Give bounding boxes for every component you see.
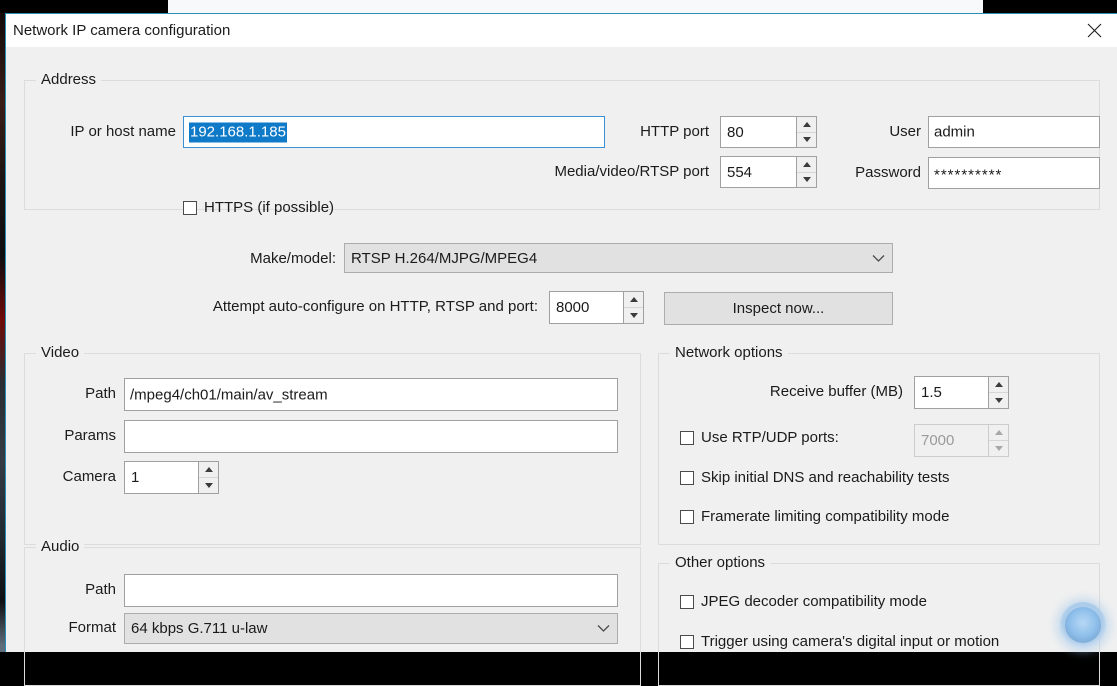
autoconfigure-port-spin-up[interactable] xyxy=(624,292,643,308)
address-group-title: Address xyxy=(36,71,101,88)
receive-buffer-value: 1.5 xyxy=(915,377,988,408)
jpeg-decoder-checkbox[interactable] xyxy=(680,595,694,609)
rtsp-port-value: 554 xyxy=(721,157,796,187)
https-checkbox-label: HTTPS (if possible) xyxy=(204,199,334,216)
video-camera-label: Camera xyxy=(26,468,116,485)
network-ip-camera-configuration-dialog: Network IP camera configuration Address … xyxy=(5,13,1117,652)
trigger-digital-input-checkbox-row[interactable]: Trigger using camera's digital input or … xyxy=(680,633,999,650)
jpeg-decoder-checkbox-row[interactable]: JPEG decoder compatibility mode xyxy=(680,593,927,610)
dialog-client-area: Address IP or host name 192.168.1.185 HT… xyxy=(6,47,1117,652)
audio-format-value: 64 kbps G.711 u-law xyxy=(125,620,589,637)
autoconfigure-port-spin-down[interactable] xyxy=(624,308,643,323)
audio-format-label: Format xyxy=(26,619,116,636)
video-params-input[interactable] xyxy=(124,420,618,453)
video-camera-spin-down[interactable] xyxy=(199,478,218,493)
autoconfigure-port-value: 8000 xyxy=(550,292,623,323)
skip-dns-label: Skip initial DNS and reachability tests xyxy=(701,469,949,486)
skip-dns-checkbox[interactable] xyxy=(680,471,694,485)
http-port-spin-up[interactable] xyxy=(797,117,816,133)
framerate-limiting-checkbox-row[interactable]: Framerate limiting compatibility mode xyxy=(680,508,949,525)
skip-dns-checkbox-row[interactable]: Skip initial DNS and reachability tests xyxy=(680,469,949,486)
https-checkbox[interactable] xyxy=(183,201,197,215)
autoconfigure-port-spin-buttons[interactable] xyxy=(623,292,643,323)
audio-path-label: Path xyxy=(26,581,116,598)
rtp-udp-port-spinner: 7000 xyxy=(914,424,1009,457)
video-params-label: Params xyxy=(26,427,116,444)
audio-format-combobox[interactable]: 64 kbps G.711 u-law xyxy=(124,613,618,644)
video-camera-spin-up[interactable] xyxy=(199,462,218,478)
background-window-strip xyxy=(168,0,983,14)
password-label: Password xyxy=(796,164,921,181)
receive-buffer-spinner[interactable]: 1.5 xyxy=(914,376,1009,409)
rtp-udp-port-spin-down xyxy=(989,441,1008,456)
rtp-udp-port-spin-up xyxy=(989,425,1008,441)
rtsp-port-label: Media/video/RTSP port xyxy=(446,163,709,180)
https-checkbox-row[interactable]: HTTPS (if possible) xyxy=(183,199,334,216)
http-port-spinner[interactable]: 80 xyxy=(720,116,817,148)
video-group-title: Video xyxy=(36,344,84,361)
other-options-group: Other options xyxy=(658,563,1100,686)
close-button[interactable] xyxy=(1071,14,1117,47)
receive-buffer-label: Receive buffer (MB) xyxy=(666,383,903,400)
chevron-down-icon xyxy=(589,624,617,633)
window-title: Network IP camera configuration xyxy=(13,22,230,39)
password-value: ********** xyxy=(934,167,1002,184)
password-input[interactable]: ********** xyxy=(928,157,1100,189)
user-value: admin xyxy=(934,124,975,141)
close-icon xyxy=(1087,23,1102,38)
ip-host-name-value: 192.168.1.185 xyxy=(189,124,287,141)
trigger-digital-input-checkbox[interactable] xyxy=(680,635,694,649)
receive-buffer-spin-up[interactable] xyxy=(989,377,1008,393)
ip-host-name-selected-text: 192.168.1.185 xyxy=(189,123,287,143)
trigger-digital-input-label: Trigger using camera's digital input or … xyxy=(701,633,999,650)
http-port-value: 80 xyxy=(721,117,796,147)
framerate-limiting-checkbox[interactable] xyxy=(680,510,694,524)
chevron-down-icon xyxy=(864,254,892,263)
inspect-now-button[interactable]: Inspect now... xyxy=(664,292,893,325)
make-model-combobox[interactable]: RTSP H.264/MJPG/MPEG4 xyxy=(344,243,893,273)
audio-path-input[interactable] xyxy=(124,574,618,607)
ip-host-name-label: IP or host name xyxy=(16,123,176,140)
make-model-label: Make/model: xyxy=(136,250,336,267)
receive-buffer-spin-down[interactable] xyxy=(989,393,1008,408)
jpeg-decoder-label: JPEG decoder compatibility mode xyxy=(701,593,927,610)
autoconfigure-port-spinner[interactable]: 8000 xyxy=(549,291,644,324)
make-model-value: RTSP H.264/MJPG/MPEG4 xyxy=(345,250,864,267)
video-path-input[interactable]: /mpeg4/ch01/main/av_stream xyxy=(124,378,618,411)
video-path-value: /mpeg4/ch01/main/av_stream xyxy=(130,386,328,403)
autoconfigure-label: Attempt auto-configure on HTTP, RTSP and… xyxy=(96,298,538,315)
use-rtp-udp-checkbox-row[interactable]: Use RTP/UDP ports: xyxy=(680,429,839,446)
rtp-udp-port-value: 7000 xyxy=(915,425,988,456)
network-options-group-title: Network options xyxy=(670,344,788,361)
user-label: User xyxy=(826,123,921,140)
use-rtp-udp-label: Use RTP/UDP ports: xyxy=(701,429,839,446)
use-rtp-udp-checkbox[interactable] xyxy=(680,431,694,445)
http-port-spin-down[interactable] xyxy=(797,133,816,148)
video-camera-value: 1 xyxy=(125,462,198,493)
video-camera-spin-buttons[interactable] xyxy=(198,462,218,493)
http-port-label: HTTP port xyxy=(506,123,709,140)
user-input[interactable]: admin xyxy=(928,116,1100,148)
rtp-udp-port-spin-buttons xyxy=(988,425,1008,456)
video-path-label: Path xyxy=(26,385,116,402)
other-options-group-title: Other options xyxy=(670,554,770,571)
http-port-spin-buttons[interactable] xyxy=(796,117,816,147)
receive-buffer-spin-buttons[interactable] xyxy=(988,377,1008,408)
audio-group-title: Audio xyxy=(36,538,84,555)
video-camera-spinner[interactable]: 1 xyxy=(124,461,219,494)
title-bar: Network IP camera configuration xyxy=(6,14,1117,47)
framerate-limiting-label: Framerate limiting compatibility mode xyxy=(701,508,949,525)
